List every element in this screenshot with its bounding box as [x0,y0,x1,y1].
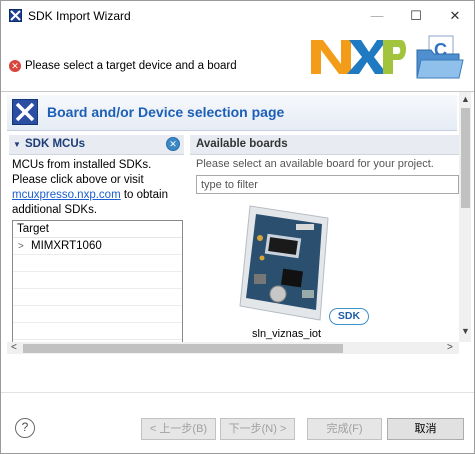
app-icon [9,9,22,22]
finish-button[interactable]: 完成(F) [307,418,382,440]
vertical-scroll-thumb[interactable] [461,108,470,208]
available-boards-panel: Available boards Please select an availa… [190,135,459,342]
scroll-right-icon[interactable]: > [447,342,453,354]
scroll-left-icon[interactable]: < [11,342,17,354]
target-column-header: Target [13,221,182,238]
back-button[interactable]: < 上一步(B) [141,418,216,440]
content-area: Board and/or Device selection page ▼ SDK… [4,92,471,354]
scroll-down-icon[interactable]: ▼ [459,326,471,336]
vertical-scrollbar[interactable]: ▲ ▼ [459,92,471,342]
tree-empty-row [13,289,182,306]
error-icon: ✕ [9,60,21,72]
title-bar: SDK Import Wizard — ☐ ✕ [1,1,474,30]
collapse-caret-icon[interactable]: ▼ [13,140,21,149]
minimize-button[interactable]: — [359,1,395,30]
close-button[interactable]: ✕ [437,1,473,30]
tree-item-mimxrt1060[interactable]: > MIMXRT1060 [13,238,182,255]
board-image[interactable] [236,198,336,323]
target-tree[interactable]: Target > MIMXRT1060 [12,220,183,345]
mcuxpresso-link[interactable]: mcuxpresso.nxp.com [12,189,121,201]
tree-empty-row [13,272,182,289]
board-name-label[interactable]: sln_viznas_iot [252,328,321,340]
expand-chevron-icon[interactable]: > [18,238,24,255]
scroll-up-icon[interactable]: ▲ [459,94,471,104]
sdk-mcus-panel: ▼ SDK MCUs ✕ MCUs from installed SDKs. P… [9,135,184,345]
sdk-badge: SDK [329,308,369,325]
error-message: Please select a target device and a boar… [25,60,237,72]
wizard-header: ✕ Please select a target device and a bo… [1,30,474,92]
help-icon[interactable]: ? [15,418,35,438]
tree-empty-row [13,255,182,272]
maximize-button[interactable]: ☐ [398,1,434,30]
sdk-import-wizard-window: SDK Import Wizard — ☐ ✕ ✕ Please select … [0,0,475,454]
window-title: SDK Import Wizard [28,9,131,23]
mcus-text-before: MCUs from installed SDKs. Please click a… [12,159,152,186]
board-filter-input[interactable] [196,175,459,194]
tree-empty-row [13,323,182,340]
page-header: Board and/or Device selection page [7,95,457,131]
page-title: Board and/or Device selection page [47,104,285,120]
tree-empty-row [13,306,182,323]
next-button[interactable]: 下一步(N) > [220,418,295,440]
mcus-description: MCUs from installed SDKs. Please click a… [12,158,184,218]
sdk-mcus-title: SDK MCUs [25,138,86,150]
horizontal-scroll-thumb[interactable] [23,344,343,353]
folder-c-icon: C [416,35,464,79]
available-boards-header: Available boards [190,135,459,155]
boards-hint: Please select an available board for you… [196,158,434,170]
available-boards-title: Available boards [196,138,288,150]
sdk-mcus-header[interactable]: ▼ SDK MCUs ✕ [9,135,184,155]
horizontal-scrollbar[interactable]: < > [7,342,459,354]
clear-selection-icon[interactable]: ✕ [166,137,180,151]
footer-separator [1,392,474,393]
nxp-logo [311,40,407,74]
wizard-logo-icon [12,99,38,125]
cancel-button[interactable]: 取消 [387,418,464,440]
tree-item-label: MIMXRT1060 [31,240,102,252]
